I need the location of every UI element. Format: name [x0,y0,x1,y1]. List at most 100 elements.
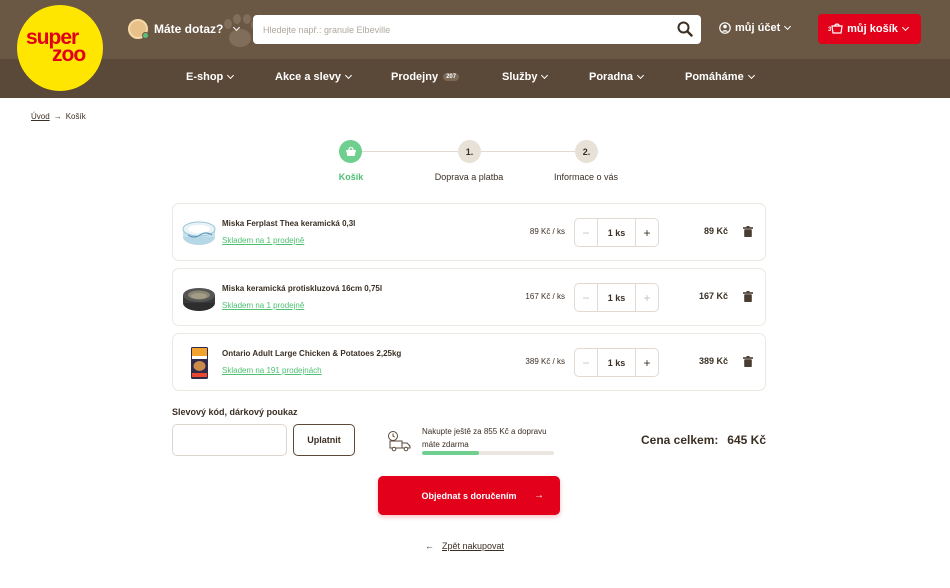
total-label: Cena celkem: [641,433,719,447]
product-image-bowl[interactable] [182,281,216,315]
nav-poradna[interactable]: Poradna [589,71,645,83]
quantity-increase-button[interactable]: + [636,284,658,311]
trash-icon[interactable] [743,226,753,237]
step-shipping-label: Doprava a platba [434,172,504,182]
superzoo-logo[interactable]: super zoo [17,5,103,91]
quantity-increase-button[interactable]: + [636,349,658,376]
product-name[interactable]: Miska Ferplast Thea keramická 0,3l [222,219,355,228]
step-info-label: Informace o vás [553,172,619,182]
breadcrumb: Úvod → Košík [31,112,86,121]
support-avatar [128,19,149,39]
stock-availability-link[interactable]: Skladem na 1 prodejně [222,301,304,310]
chevron-down-icon [747,71,755,80]
help-label: Máte dotaz? [154,22,224,36]
order-button-label: Objednat s doručením [421,490,517,501]
step-cart-label: Košík [338,172,364,182]
unit-price: 89 Kč / ks [529,227,565,236]
cart-item: Miska Ferplast Thea keramická 0,3l Sklad… [172,203,766,261]
product-name[interactable]: Miska keramická protiskluzová 16cm 0,75l [222,284,382,293]
step-connector [481,151,575,152]
nav-eshop[interactable]: E-shop [186,71,235,83]
step-shipping-marker: 1. [458,140,481,163]
delivery-truck-icon [388,431,411,452]
product-image-dog-food-bag[interactable] [182,346,216,380]
unit-price: 167 Kč / ks [525,292,565,301]
quantity-stepper: − 1 ks + [574,283,659,312]
trash-icon[interactable] [743,356,753,367]
quantity-decrease-button[interactable]: − [575,349,597,376]
quantity-value[interactable]: 1 ks [597,219,636,246]
product-image-bowl[interactable] [182,216,216,250]
quantity-stepper: − 1 ks + [574,348,659,377]
main-nav-bar [0,59,950,98]
breadcrumb-separator: → [53,112,62,121]
nav-label: Služby [502,71,538,83]
quantity-stepper: − 1 ks + [574,218,659,247]
apply-coupon-button[interactable]: Uplatnit [293,424,355,456]
quantity-decrease-button[interactable]: − [575,284,597,311]
cart-label: můj košík [847,23,898,35]
arrow-left-icon: ← [425,541,434,551]
breadcrumb-home-link[interactable]: Úvod [31,112,50,121]
chevron-down-icon [784,22,792,31]
logo-text-bottom: zoo [52,43,86,66]
nav-label: Akce a slevy [275,71,342,83]
help-dropdown[interactable]: Máte dotaz? [128,19,241,39]
nav-akce-a-slevy[interactable]: Akce a slevy [275,71,353,83]
stock-availability-link[interactable]: Skladem na 1 prodejně [222,236,304,245]
quantity-value[interactable]: 1 ks [597,284,636,311]
cart-button[interactable]: 3 můj košík [818,14,921,44]
chevron-down-icon [345,71,353,80]
stock-availability-link[interactable]: Skladem na 191 prodejnách [222,366,322,375]
arrow-right-icon: → [534,490,544,501]
nav-prodejny[interactable]: Prodejny 207 [391,71,460,83]
step-connector [362,151,458,152]
store-count-badge: 207 [443,73,460,81]
search-input[interactable] [253,15,663,44]
chevron-down-icon [901,23,909,32]
cart-item: Ontario Adult Large Chicken & Potatoes 2… [172,333,766,391]
account-label: můj účet [735,22,781,34]
user-icon [719,22,731,34]
nav-label: Poradna [589,71,634,83]
chevron-down-icon [636,71,645,80]
coupon-label: Slevový kód, dárkový poukaz [172,407,298,417]
line-total: 167 Kč [698,291,728,301]
cart-icon [831,23,843,34]
free-delivery-message: Nakupte ještě za 855 Kč a dopravu máte z… [422,427,547,449]
nav-label: Pomáháme [685,71,744,83]
step-cart-marker [339,140,362,163]
continue-shopping-link[interactable]: ← Zpět nakupovat [425,541,504,551]
site-header: super zoo Máte dotaz? můj účet 3 můj koš… [0,0,950,98]
nav-sluzby[interactable]: Služby [502,71,549,83]
account-dropdown[interactable]: můj účet [719,22,792,34]
chevron-down-icon [541,71,549,80]
coupon-input[interactable] [172,424,287,456]
basket-icon [345,146,356,156]
total-price: 645 Kč [727,433,766,447]
nav-label: E-shop [186,71,224,83]
breadcrumb-current: Košík [65,112,86,121]
step-info-marker: 2. [575,140,598,163]
cart-item: Miska keramická protiskluzová 16cm 0,75l… [172,268,766,326]
cart-count-badge: 3 [828,27,832,33]
nav-label: Prodejny [391,71,439,83]
nav-pomahame[interactable]: Pomáháme [685,71,755,83]
online-status-dot [142,32,149,39]
search-icon[interactable] [677,21,693,37]
free-delivery-progress [422,451,554,455]
product-name[interactable]: Ontario Adult Large Chicken & Potatoes 2… [222,349,401,358]
line-total: 389 Kč [698,356,728,366]
progress-fill [422,451,479,455]
chevron-down-icon [233,23,241,32]
quantity-value[interactable]: 1 ks [597,349,636,376]
trash-icon[interactable] [743,291,753,302]
line-total: 89 Kč [703,226,728,236]
order-with-delivery-button[interactable]: Objednat s doručením → [378,476,560,515]
quantity-increase-button[interactable]: + [636,219,658,246]
search-bar [253,15,701,44]
continue-shopping-label: Zpět nakupovat [442,541,505,551]
unit-price: 389 Kč / ks [525,357,565,366]
chevron-down-icon [227,71,235,80]
quantity-decrease-button[interactable]: − [575,219,597,246]
